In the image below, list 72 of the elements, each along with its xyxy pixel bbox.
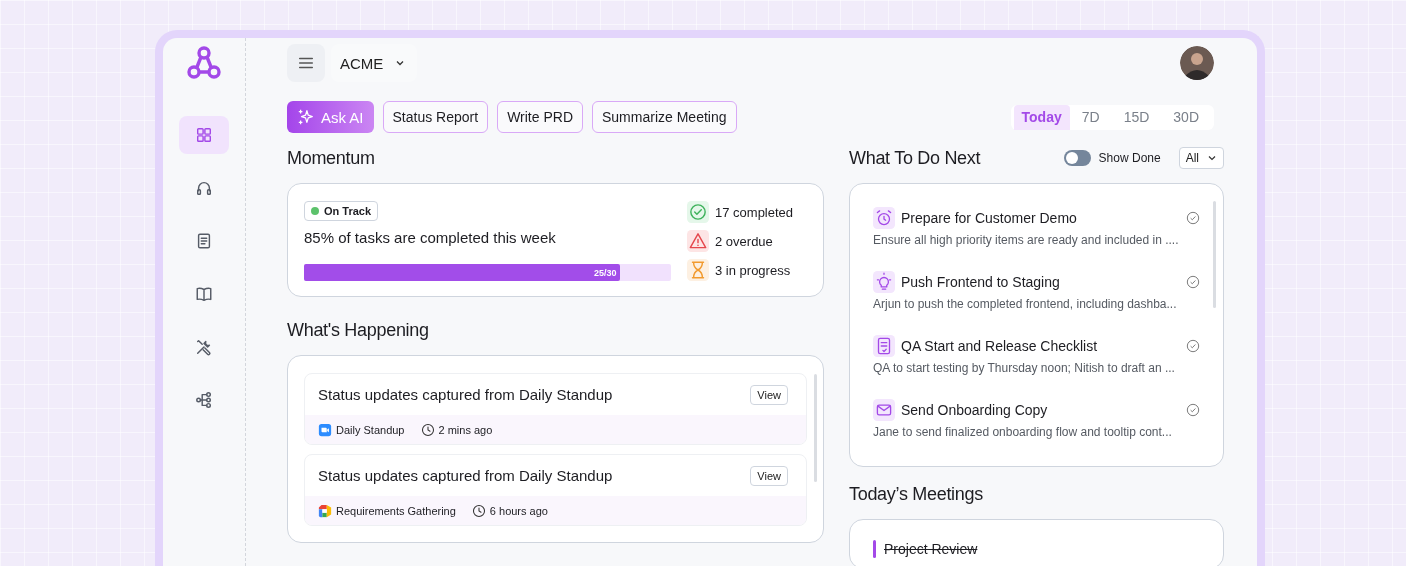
task-title: Prepare for Customer Demo xyxy=(901,210,1078,226)
action-button[interactable]: Status Report xyxy=(382,101,489,133)
section-heading: Momentum xyxy=(287,147,376,170)
grid-icon xyxy=(195,126,213,144)
clock-icon xyxy=(420,422,435,437)
menu-button[interactable] xyxy=(287,44,325,82)
complete-button[interactable] xyxy=(1186,211,1200,225)
view-button[interactable]: View xyxy=(750,465,788,486)
check-circle-icon xyxy=(1186,339,1200,353)
action-button[interactable]: Write PRD xyxy=(497,101,583,133)
video-icon xyxy=(318,422,332,437)
filter-dropdown[interactable]: All xyxy=(1178,147,1224,169)
chevron-down-icon xyxy=(1207,153,1217,163)
check-circle-icon xyxy=(1186,275,1200,289)
section-heading: Today’s Meetings xyxy=(849,483,984,506)
alarm-clock-icon xyxy=(873,207,895,229)
time-ago: 2 mins ago xyxy=(438,423,493,436)
complete-button[interactable] xyxy=(1186,339,1200,353)
share-icon xyxy=(195,391,213,409)
section-heading: What's Happening xyxy=(287,319,430,342)
view-button[interactable]: View xyxy=(750,384,788,405)
progress-label: 25/30 xyxy=(594,267,617,278)
toggle-switch[interactable] xyxy=(1063,150,1091,166)
stat-label: 3 in progress xyxy=(715,262,791,278)
scrollbar[interactable] xyxy=(814,374,817,482)
check-circle-icon xyxy=(1186,403,1200,417)
period-tab[interactable]: Today xyxy=(1013,104,1070,130)
document-icon xyxy=(195,232,213,250)
period-tab[interactable]: 15D xyxy=(1111,104,1162,130)
sparkle-icon xyxy=(297,108,315,126)
headphones-icon xyxy=(195,179,213,197)
avatar[interactable] xyxy=(1180,46,1214,80)
meeting-title: Project Review xyxy=(884,541,978,557)
meeting-source: Requirements Gathering xyxy=(336,504,456,517)
task-description: QA to start testing by Thursday noon; Nitish to draft an ... xyxy=(873,361,1176,375)
stat-label: 2 overdue xyxy=(715,233,773,249)
book-icon xyxy=(195,285,213,303)
task-description: Ensure all high priority items are ready and included in .... xyxy=(873,233,1180,247)
scrollbar[interactable] xyxy=(1213,201,1216,308)
envelope-icon xyxy=(873,399,895,421)
accent-bar xyxy=(873,540,876,558)
chevron-down-icon xyxy=(395,58,406,68)
nav-button[interactable] xyxy=(179,116,229,154)
hourglass-icon xyxy=(687,259,709,281)
task-description: Arjun to push the completed frontend, including dashba... xyxy=(873,297,1178,311)
status-badge: On Track xyxy=(304,201,379,221)
stat-label: 17 completed xyxy=(715,204,794,220)
period-tab[interactable]: 30D xyxy=(1161,104,1211,130)
complete-button[interactable] xyxy=(1186,403,1200,417)
tools-icon xyxy=(195,338,213,356)
period-tab[interactable]: 7D xyxy=(1069,104,1112,130)
meeting-source: Daily Standup xyxy=(336,423,405,436)
summary-text: 85% of tasks are completed this week xyxy=(304,229,557,246)
task-title: Send Onboarding Copy xyxy=(901,402,1049,418)
action-button[interactable]: Summarize Meeting xyxy=(592,101,737,133)
logo-icon xyxy=(186,45,222,81)
check-circle-icon xyxy=(687,201,709,223)
warning-icon xyxy=(687,230,709,252)
task-title: Push Frontend to Staging xyxy=(901,274,1061,290)
clock-icon xyxy=(471,503,486,518)
time-ago: 6 hours ago xyxy=(489,504,548,517)
check-circle-icon xyxy=(1186,211,1200,225)
video-call-icon xyxy=(318,503,332,518)
checklist-icon xyxy=(873,335,895,357)
task-title: QA Start and Release Checklist xyxy=(901,338,1099,354)
complete-button[interactable] xyxy=(1186,275,1200,289)
update-title: Status updates captured from Daily Standup xyxy=(318,467,613,484)
toggle-label: Show Done xyxy=(1098,151,1161,165)
lightbulb-icon xyxy=(873,271,895,293)
task-description: Jane to send finalized onboarding flow and tooltip cont... xyxy=(873,425,1173,439)
section-heading: What To Do Next xyxy=(849,147,982,170)
update-title: Status updates captured from Daily Standup xyxy=(318,386,613,403)
